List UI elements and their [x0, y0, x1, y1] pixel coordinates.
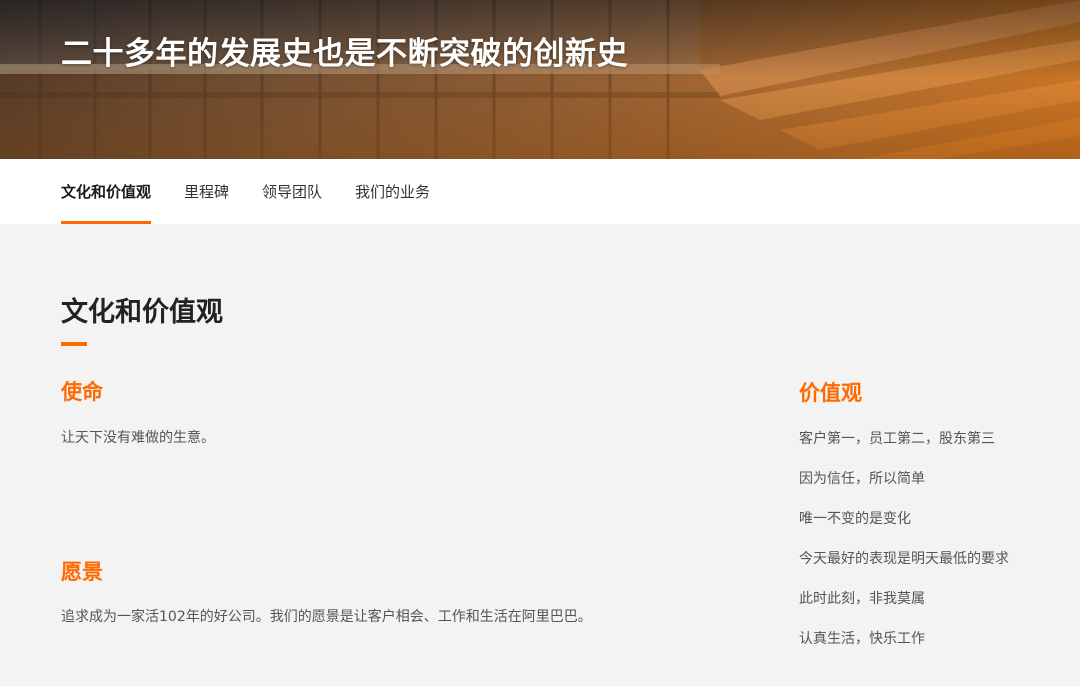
hero-title: 二十多年的发展史也是不断突破的创新史 [61, 36, 628, 72]
title-accent-bar [61, 342, 87, 346]
tab-milestones[interactable]: 里程碑 [184, 159, 229, 224]
section-title: 文化和价值观 [61, 297, 223, 328]
value-item: 认真生活，快乐工作 [799, 631, 925, 647]
value-item: 客户第一，员工第二，股东第三 [799, 431, 995, 447]
culture-values-section: 文化和价值观 使命 让天下没有难做的生意。 愿景 追求成为一家活102年的好公司… [0, 224, 1080, 686]
value-item: 唯一不变的是变化 [799, 511, 911, 527]
tab-leadership-team[interactable]: 领导团队 [262, 159, 322, 224]
hero-banner: 二十多年的发展史也是不断突破的创新史 [0, 0, 1080, 159]
vision-text: 追求成为一家活102年的好公司。我们的愿景是让客户相会、工作和生活在阿里巴巴。 [61, 609, 592, 625]
value-item: 今天最好的表现是明天最低的要求 [799, 551, 1009, 567]
mission-heading: 使命 [61, 380, 103, 404]
tab-our-business[interactable]: 我们的业务 [355, 159, 430, 224]
values-heading: 价值观 [799, 381, 862, 405]
value-item: 因为信任，所以简单 [799, 471, 925, 487]
tab-culture-values[interactable]: 文化和价值观 [61, 159, 152, 224]
section-tabs: 文化和价值观 里程碑 领导团队 我们的业务 [0, 159, 1080, 224]
mission-text: 让天下没有难做的生意。 [61, 430, 215, 446]
vision-heading: 愿景 [61, 560, 103, 584]
value-item: 此时此刻，非我莫属 [799, 591, 925, 607]
values-list: 客户第一，员工第二，股东第三 因为信任，所以简单 唯一不变的是变化 今天最好的表… [799, 426, 1009, 666]
building-photo-background [0, 0, 1080, 159]
